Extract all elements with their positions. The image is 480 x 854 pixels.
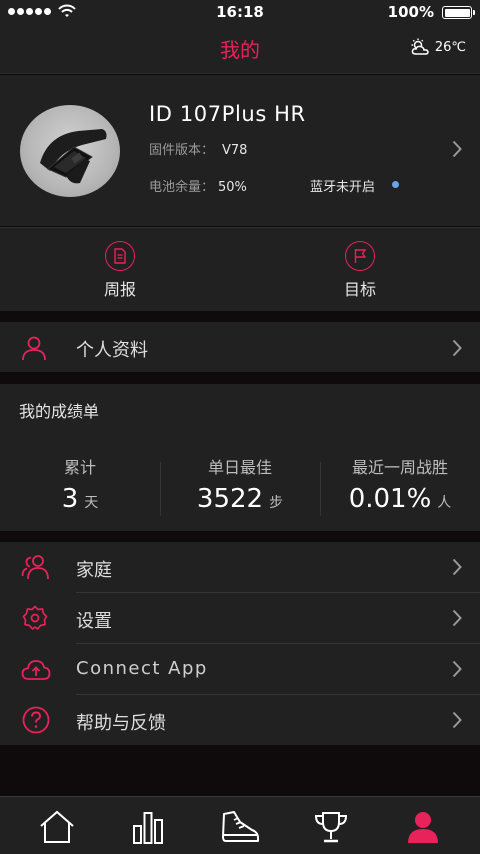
menu-item-label: 家庭 [76,560,112,581]
firmware-label: 固件版本： [149,143,215,158]
chevron-right-icon [452,339,462,357]
scoreboard-card: 我的成绩单 累计 3天 单日最佳 3522 步 最近一周战胜 0.01% 人 [0,384,480,531]
menu-item-connect-app[interactable]: Connect App [0,644,480,694]
stat-value: 3 [61,484,79,514]
battery-percentage: 100% [387,3,434,21]
stat-title: 单日最佳 [207,458,272,477]
menu-item-label: 帮助与反馈 [76,713,166,734]
tab-ranking[interactable] [311,809,351,845]
weekly-report-button[interactable]: 周报 [60,241,180,300]
family-icon [21,555,49,580]
status-bar: 16:18 100% [0,0,480,24]
stat-unit: 天 [84,495,99,511]
firmware-version: 固件版本： V78 [149,139,247,158]
battery-icon [442,6,475,19]
shoe-icon [222,811,259,842]
stat-unit: 人 [437,495,452,511]
stat-title: 累计 [63,458,96,477]
device-image [20,105,120,197]
fitness-band-icon [40,129,107,184]
shortcuts-bar: 周报 目标 [0,227,480,311]
partly-cloudy-icon [411,38,429,55]
stat-best-day: 单日最佳 3522 步 [160,454,320,514]
battery-label: 电池余量： [149,180,215,195]
weather-widget[interactable]: 26℃ [409,38,466,56]
stat-value: 0.01% [348,484,432,514]
device-card[interactable]: ID 107Plus HR 固件版本： V78 电池余量： 50% 蓝牙未开启 [0,75,480,226]
goal-button[interactable]: 目标 [300,241,420,300]
help-icon [22,706,50,734]
menu-item-family[interactable]: 家庭 [0,542,480,592]
flag-icon [345,241,375,271]
stat-total-days: 累计 3天 [0,454,160,514]
tab-sport[interactable] [220,809,260,845]
trophy-icon [314,812,348,843]
chevron-right-icon [452,609,462,627]
firmware-value: V78 [222,143,248,158]
bottom-tab-bar [0,796,480,854]
nav-header: 我的 26℃ [0,24,480,74]
stat-title: 最近一周战胜 [351,458,448,477]
menu-item-help-feedback[interactable]: 帮助与反馈 [0,695,480,745]
battery-value: 50% [218,180,247,195]
menu-item-settings[interactable]: 设置 [0,593,480,643]
tab-me[interactable] [403,809,443,845]
report-icon [105,241,135,271]
chevron-right-icon [452,711,462,729]
person-icon [22,336,46,361]
bluetooth-status-dot [392,181,399,188]
chevron-right-icon [452,558,462,576]
personal-profile-label: 个人资料 [76,340,148,361]
scoreboard-title: 我的成绩单 [19,402,100,421]
menu-item-label: Connect App [76,658,208,679]
stat-value: 3522 [196,484,264,514]
stat-unit: 步 [269,495,284,511]
bluetooth-status: 蓝牙未开启 [310,180,376,195]
home-icon [40,810,74,843]
cloud-upload-icon [21,660,51,680]
weather-temperature: 26℃ [434,39,466,55]
tab-home[interactable] [37,809,77,845]
settings-gear-icon [22,605,48,630]
menu-list: 家庭 设置 Connect App 帮助与反馈 [0,542,480,745]
battery-level: 电池余量： 50% [149,176,247,195]
device-name: ID 107Plus HR [149,102,306,126]
stat-weekly-beaten: 最近一周战胜 0.01% 人 [320,454,480,514]
bar-chart-icon [133,812,163,844]
weekly-report-label: 周报 [103,280,136,299]
menu-item-label: 设置 [76,611,112,632]
tab-stats[interactable] [128,809,168,845]
user-icon [408,812,438,843]
chevron-right-icon [452,140,462,158]
chevron-right-icon [452,660,462,678]
goal-label: 目标 [343,280,376,299]
personal-profile-row[interactable]: 个人资料 [0,322,480,372]
